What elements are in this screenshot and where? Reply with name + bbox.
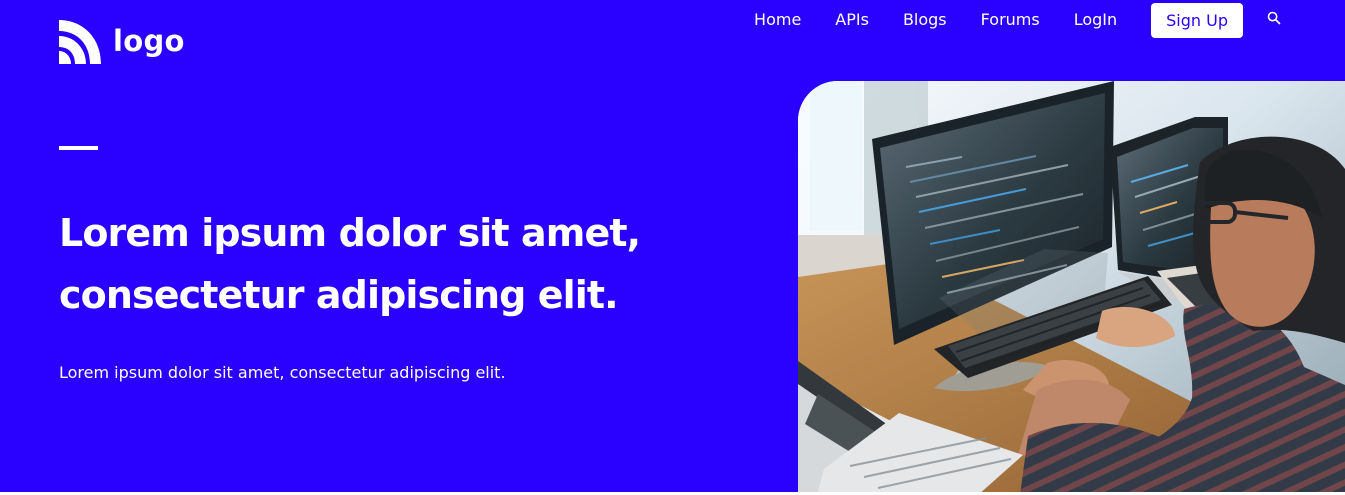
- nav-login-link[interactable]: LogIn: [1074, 2, 1117, 38]
- nav-blogs-link[interactable]: Blogs: [903, 2, 947, 38]
- sign-up-button[interactable]: Sign Up: [1151, 2, 1243, 38]
- search-icon[interactable]: [1267, 11, 1281, 25]
- hero-section: logo Home APIs Blogs Forums LogIn Sign U…: [0, 0, 1345, 492]
- logo-text: logo: [113, 23, 185, 58]
- main-navigation: Home APIs Blogs Forums LogIn Sign Up: [754, 2, 1281, 38]
- nav-apis-link[interactable]: APIs: [835, 2, 869, 38]
- nav-forums-link[interactable]: Forums: [981, 2, 1040, 38]
- hero-subtext: Lorem ipsum dolor sit amet, consectetur …: [59, 363, 506, 382]
- nav-home-link[interactable]: Home: [754, 2, 801, 38]
- site-logo[interactable]: logo: [59, 20, 185, 64]
- hero-accent-line: [59, 146, 98, 150]
- hero-image: [798, 81, 1345, 492]
- hero-headline: Lorem ipsum dolor sit amet, consectetur …: [59, 211, 641, 317]
- logo-icon: [59, 20, 101, 64]
